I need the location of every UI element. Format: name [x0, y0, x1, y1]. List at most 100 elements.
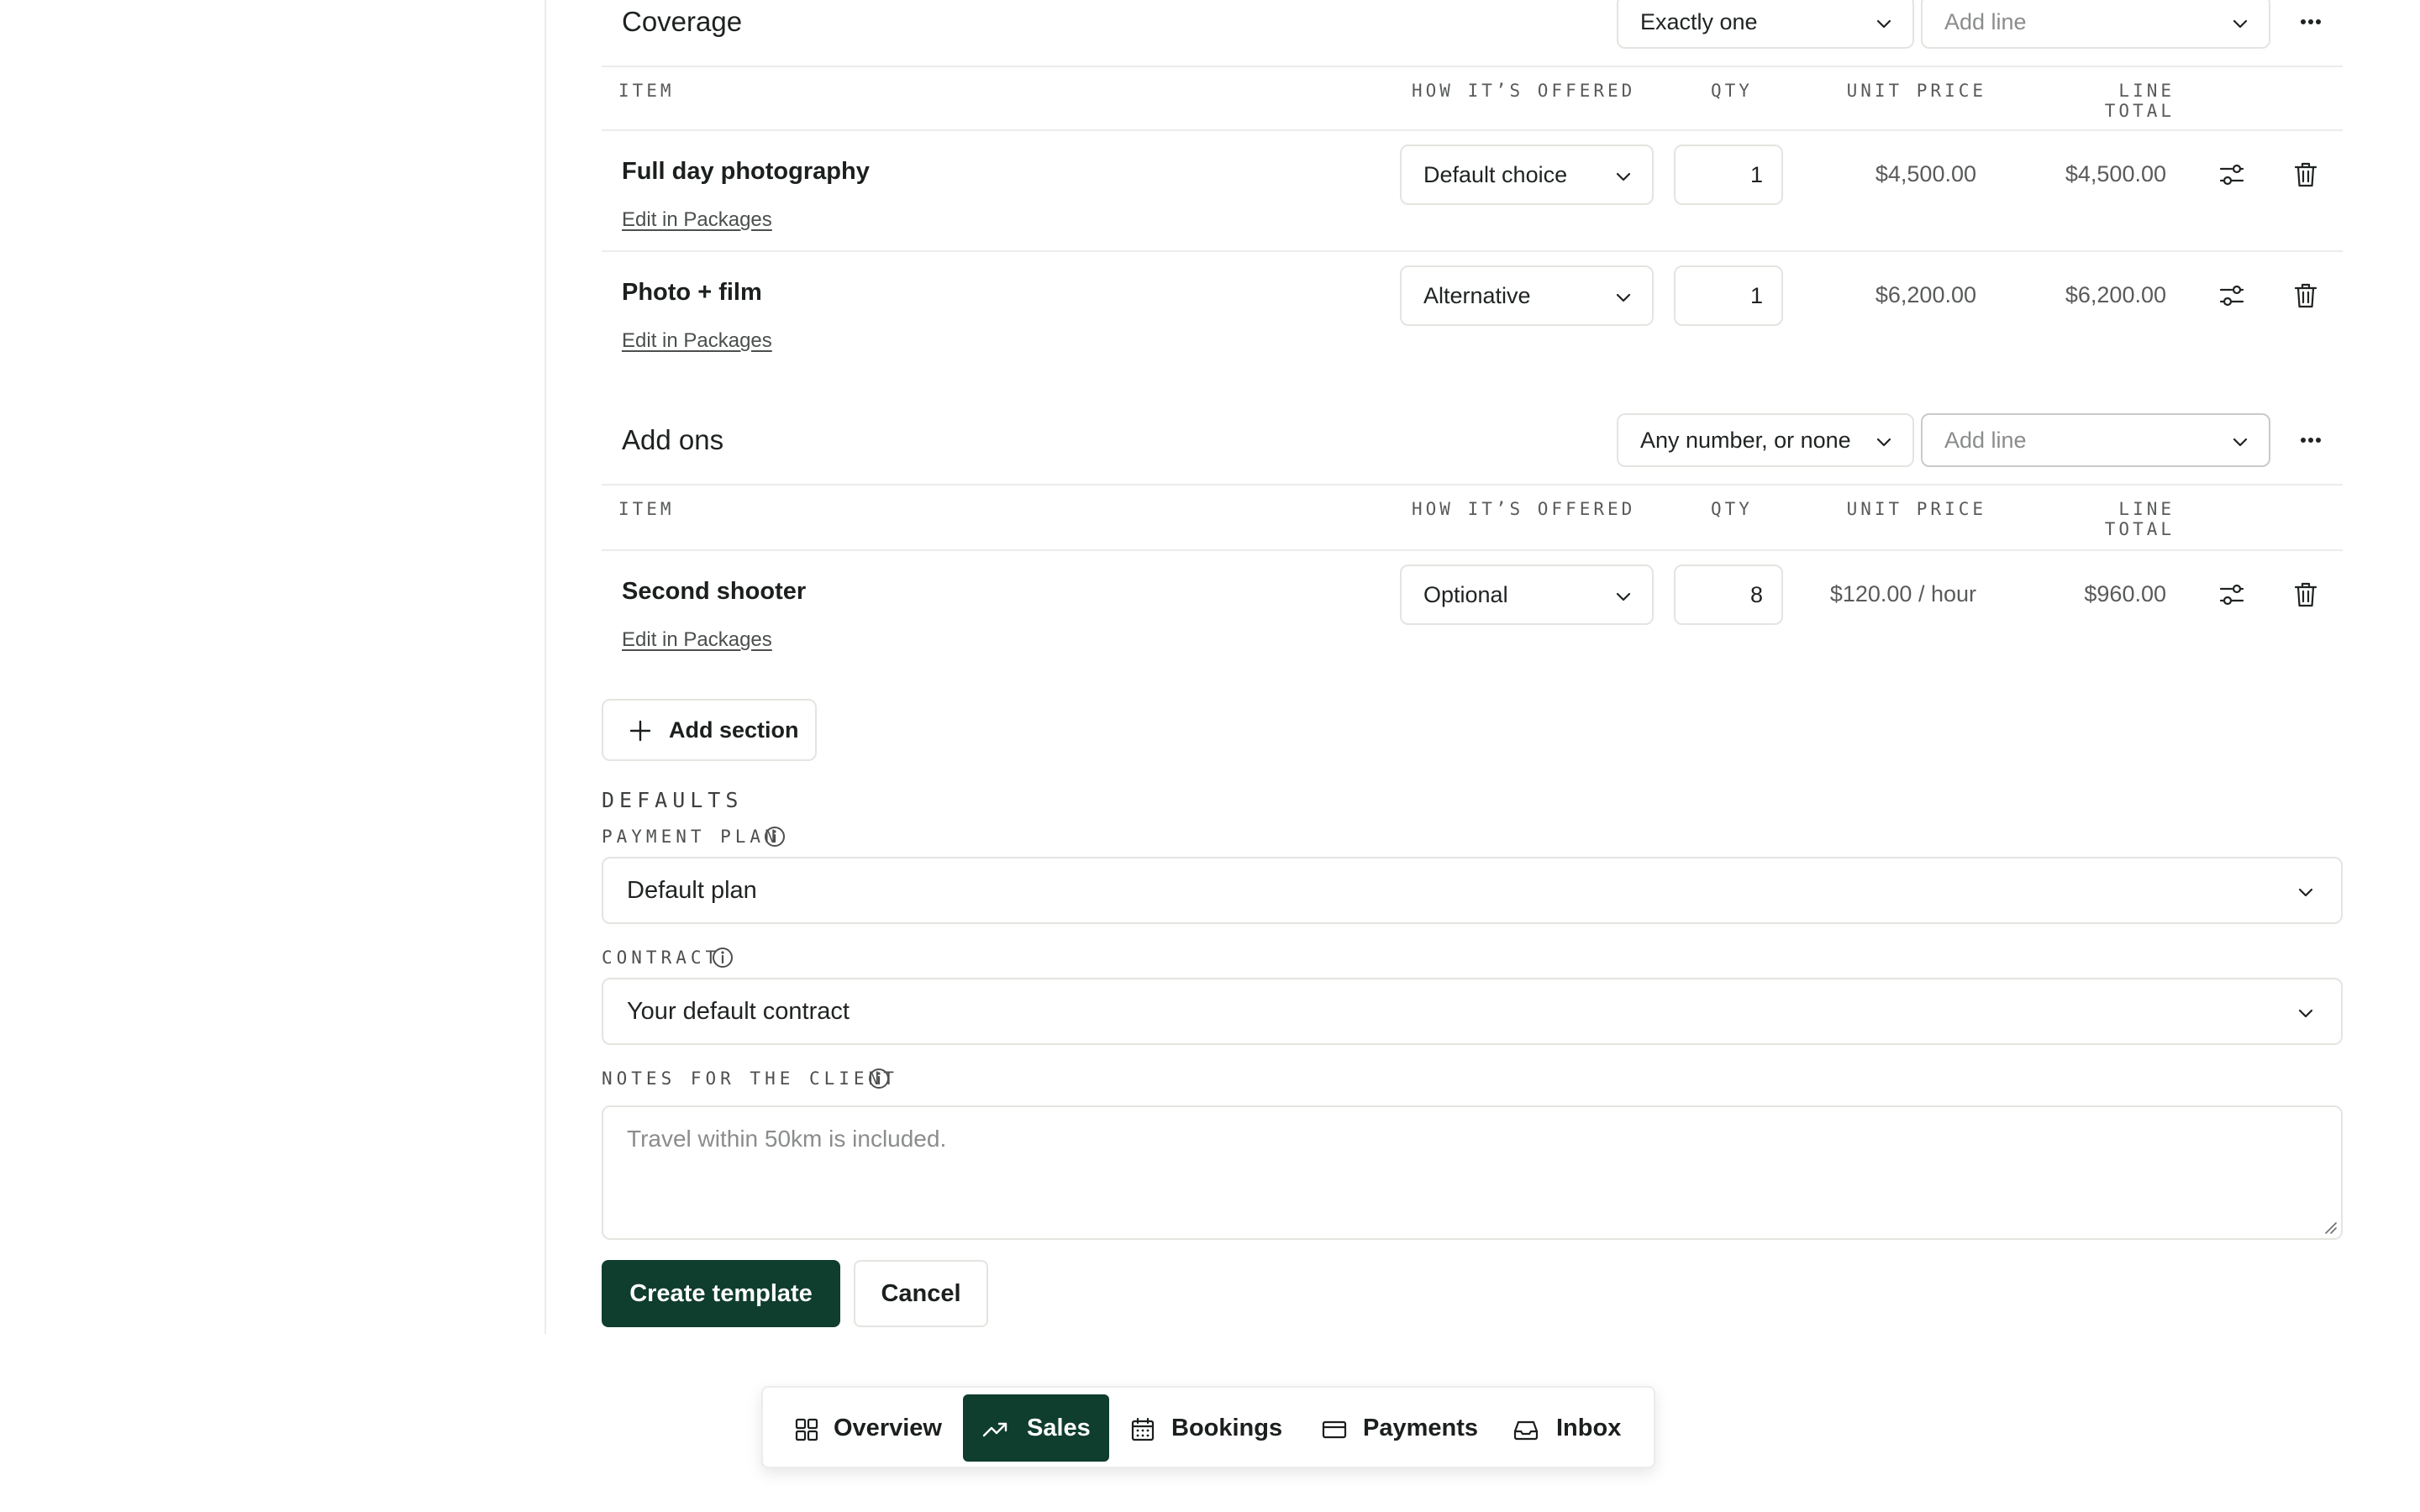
nav-item-bookings[interactable]: Bookings [1116, 1394, 1307, 1462]
unit-price: $6,200.00 [1875, 282, 1976, 307]
contract-value: Your default contract [627, 998, 850, 1025]
nav-label: Bookings [1171, 1415, 1283, 1441]
addons-add-line-select[interactable]: Add line [1921, 413, 2270, 467]
notes-textarea[interactable]: Travel within 50km is included. [602, 1105, 2343, 1240]
coverage-rule-select[interactable]: Exactly one [1617, 0, 1914, 49]
trash-icon[interactable] [2291, 160, 2321, 190]
addons-table-header: ITEM HOW IT’S OFFERED QTY UNIT PRICE LIN… [602, 484, 2343, 551]
offered-select[interactable]: Optional [1400, 564, 1654, 625]
nav-item-inbox[interactable]: Inbox [1501, 1394, 1645, 1462]
chevron-down-icon [2298, 888, 2313, 897]
line-total: $6,200.00 [2065, 282, 2166, 307]
qty-input[interactable]: 1 [1674, 265, 1783, 326]
table-row: Second shooter Edit in Packages Optional… [602, 551, 2343, 672]
chevron-down-icon [2233, 438, 2248, 447]
trash-icon[interactable] [2291, 281, 2321, 311]
grid-icon [795, 1418, 818, 1441]
nav-label: Sales [1027, 1415, 1091, 1441]
column-unit-price: UNIT PRICE [1846, 81, 1986, 101]
column-item: ITEM [618, 499, 675, 519]
table-row: Full day photography Edit in Packages De… [602, 131, 2343, 252]
inbox-icon [1513, 1420, 1539, 1441]
offered-value: Default choice [1423, 162, 1568, 187]
more-options-icon[interactable] [2289, 0, 2333, 44]
chevron-down-icon [1876, 19, 1891, 29]
calendar-icon [1131, 1417, 1155, 1441]
edit-in-packages-link[interactable]: Edit in Packages [622, 208, 772, 232]
coverage-title: Coverage [622, 6, 743, 37]
line-total: $960.00 [2084, 581, 2166, 606]
addons-title: Add ons [622, 424, 724, 455]
column-line-total: LINE TOTAL [2104, 81, 2175, 121]
column-how-offered: HOW IT’S OFFERED [1412, 499, 1636, 519]
column-unit-price: UNIT PRICE [1846, 499, 1986, 519]
column-qty: QTY [1711, 499, 1753, 519]
chevron-down-icon [1616, 592, 1631, 601]
edit-in-packages-link[interactable]: Edit in Packages [622, 628, 772, 652]
defaults-heading: DEFAULTS [602, 788, 744, 812]
trash-icon[interactable] [2291, 580, 2321, 610]
column-how-offered: HOW IT’S OFFERED [1412, 81, 1636, 101]
adjust-icon[interactable] [2217, 281, 2247, 311]
table-row: Photo + film Edit in Packages Alternativ… [602, 252, 2343, 373]
addons-add-line-placeholder: Add line [1944, 428, 2027, 453]
info-icon[interactable] [763, 825, 786, 848]
contract-label: CONTRACT [602, 948, 721, 968]
trending-up-icon [982, 1422, 1007, 1437]
payment-plan-label: PAYMENT PLAN [602, 827, 780, 847]
more-options-icon[interactable] [2289, 418, 2333, 462]
edit-in-packages-link[interactable]: Edit in Packages [622, 329, 772, 353]
nav-item-payments[interactable]: Payments [1309, 1394, 1499, 1462]
cancel-button[interactable]: Cancel [854, 1260, 988, 1327]
chevron-down-icon [1876, 438, 1891, 447]
contract-select[interactable]: Your default contract [602, 978, 2343, 1045]
notes-label: NOTES FOR THE CLIENT [602, 1068, 898, 1089]
bottom-nav: Overview Sales Bookings Payments Inbox [761, 1386, 1655, 1468]
addons-rule-select[interactable]: Any number, or none [1617, 413, 1914, 467]
coverage-section-header: Coverage Exactly one Add line [602, 0, 2343, 55]
nav-label: Inbox [1556, 1415, 1622, 1441]
addons-rule-value: Any number, or none [1640, 428, 1851, 453]
unit-price: $120.00 / hour [1829, 581, 1976, 606]
adjust-icon[interactable] [2217, 580, 2247, 610]
qty-input[interactable]: 1 [1674, 144, 1783, 205]
item-name: Photo + film [622, 279, 762, 306]
nav-item-sales[interactable]: Sales [963, 1394, 1109, 1462]
resize-handle-icon[interactable] [2323, 1220, 2338, 1235]
nav-item-overview[interactable]: Overview [776, 1394, 961, 1462]
chevron-down-icon [1616, 293, 1631, 302]
payment-plan-select[interactable]: Default plan [602, 857, 2343, 924]
payment-plan-value: Default plan [627, 877, 757, 904]
offered-value: Alternative [1423, 283, 1531, 308]
create-template-button[interactable]: Create template [602, 1260, 840, 1327]
nav-label: Overview [834, 1415, 942, 1441]
coverage-add-line-placeholder: Add line [1944, 9, 2027, 34]
item-name: Second shooter [622, 578, 807, 605]
qty-input[interactable]: 8 [1674, 564, 1783, 625]
column-item: ITEM [618, 81, 675, 101]
nav-label: Payments [1363, 1415, 1479, 1441]
notes-placeholder: Travel within 50km is included. [627, 1126, 947, 1152]
line-total: $4,500.00 [2065, 161, 2166, 186]
info-icon[interactable] [867, 1067, 891, 1090]
offered-select[interactable]: Default choice [1400, 144, 1654, 205]
column-qty: QTY [1711, 81, 1753, 101]
sidebar-divider [544, 0, 546, 1334]
chevron-down-icon [1616, 172, 1631, 181]
coverage-table-header: ITEM HOW IT’S OFFERED QTY UNIT PRICE LIN… [602, 66, 2343, 131]
info-icon[interactable] [711, 946, 734, 969]
plus-icon [629, 720, 651, 742]
add-section-label: Add section [669, 717, 799, 743]
offered-value: Optional [1423, 582, 1508, 607]
column-line-total: LINE TOTAL [2104, 499, 2175, 539]
addons-section-header: Add ons Any number, or none Add line [602, 407, 2343, 474]
coverage-add-line-select[interactable]: Add line [1921, 0, 2270, 49]
adjust-icon[interactable] [2217, 160, 2247, 190]
item-name: Full day photography [622, 158, 870, 185]
offered-select[interactable]: Alternative [1400, 265, 1654, 326]
add-section-button[interactable]: Add section [602, 699, 817, 761]
unit-price: $4,500.00 [1875, 161, 1976, 186]
coverage-rule-value: Exactly one [1640, 9, 1758, 34]
chevron-down-icon [2298, 1009, 2313, 1018]
chevron-down-icon [2233, 19, 2248, 29]
